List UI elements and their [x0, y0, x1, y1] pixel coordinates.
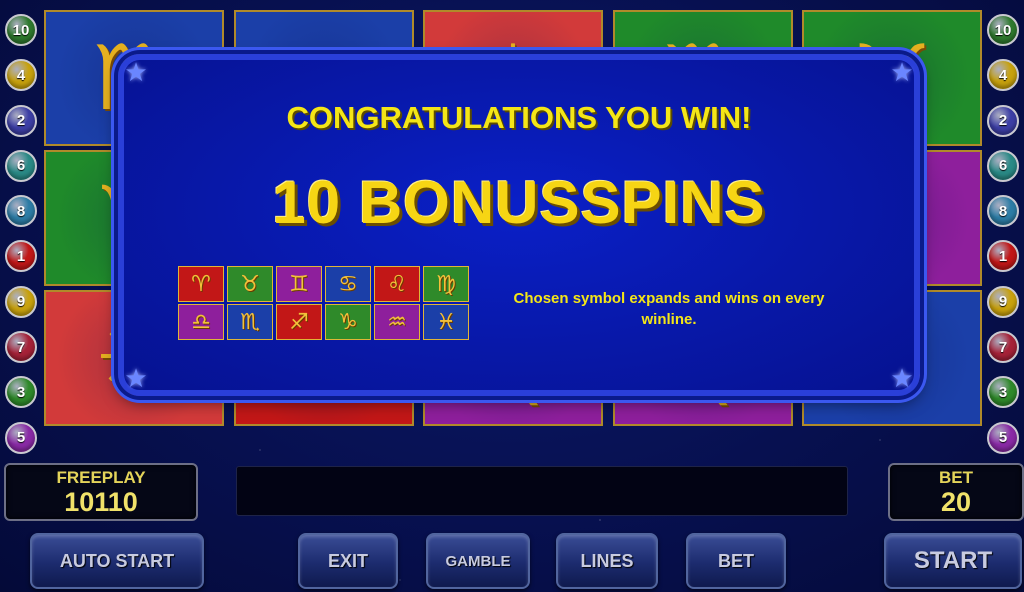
line-numbers-right: 10 4 2 6 8 1 9 7 3 5 — [986, 14, 1020, 467]
pisces-icon: ♓ — [423, 304, 469, 340]
virgo-icon: ♍ — [423, 266, 469, 302]
line-number-badge: 2 — [5, 104, 37, 137]
bet-display: BET 20 — [888, 463, 1024, 521]
line-number-badge: 6 — [987, 149, 1019, 182]
line-number-badge: 4 — [987, 59, 1019, 92]
line-number-badge: 4 — [5, 59, 37, 92]
taurus-icon: ♉ — [227, 266, 273, 302]
bonus-win-popup: ★ ★ ★ ★ CONGRATULATIONS YOU WIN! 10 BONU… — [118, 54, 920, 396]
line-number-badge: 10 — [5, 14, 37, 46]
exit-button[interactable]: EXIT — [298, 533, 398, 589]
line-number-badge: 3 — [987, 376, 1019, 409]
star-ornament-icon: ★ — [124, 362, 148, 393]
gamble-button[interactable]: GAMBLE — [426, 533, 530, 589]
line-number-badge: 6 — [5, 149, 37, 182]
star-ornament-icon: ★ — [124, 56, 148, 87]
line-number-badge: 7 — [5, 331, 37, 364]
message-bar — [236, 466, 848, 516]
line-number-badge: 7 — [987, 331, 1019, 364]
start-button[interactable]: START — [884, 533, 1022, 589]
line-number-badge: 8 — [987, 195, 1019, 228]
line-number-badge: 9 — [5, 285, 37, 318]
bonus-description: Chosen symbol expands and wins on every … — [513, 290, 825, 328]
bet-value: 20 — [940, 487, 972, 517]
freeplay-label: FREEPLAY — [56, 468, 146, 487]
line-number-badge: 5 — [5, 421, 37, 454]
libra-icon: ♎ — [178, 304, 224, 340]
line-number-badge: 5 — [987, 421, 1019, 454]
line-number-badge: 10 — [987, 14, 1019, 46]
cancer-icon: ♋ — [325, 266, 371, 302]
aries-icon: ♈ — [178, 266, 224, 302]
congrats-heading: CONGRATULATIONS YOU WIN! — [286, 100, 752, 135]
sagittarius-icon: ♐ — [276, 304, 322, 340]
line-number-badge: 8 — [5, 195, 37, 228]
star-ornament-icon: ★ — [890, 362, 914, 393]
auto-start-button[interactable]: AUTO START — [30, 533, 204, 589]
zodiac-symbol-grid: ♈ ♉ ♊ ♋ ♌ ♍ ♎ ♏ ♐ ♑ ♒ ♓ — [178, 266, 469, 340]
capricorn-icon: ♑ — [325, 304, 371, 340]
gemini-icon: ♊ — [276, 266, 322, 302]
freeplay-value: 10110 — [64, 487, 138, 517]
scorpio-icon: ♏ — [227, 304, 273, 340]
line-number-badge: 9 — [987, 285, 1019, 318]
line-number-badge: 2 — [987, 104, 1019, 137]
bet-label: BET — [939, 468, 973, 487]
aquarius-icon: ♒ — [374, 304, 420, 340]
bonus-spins-count: 10 BONUSSPINS — [272, 169, 766, 236]
freeplay-display: FREEPLAY 10110 — [4, 463, 198, 521]
star-ornament-icon: ★ — [890, 56, 914, 87]
line-number-badge: 1 — [5, 240, 37, 273]
leo-icon: ♌ — [374, 266, 420, 302]
line-numbers-left: 10 4 2 6 8 1 9 7 3 5 — [4, 14, 38, 467]
lines-button[interactable]: LINES — [556, 533, 658, 589]
line-number-badge: 3 — [5, 376, 37, 409]
line-number-badge: 1 — [987, 240, 1019, 273]
bet-button[interactable]: BET — [686, 533, 786, 589]
